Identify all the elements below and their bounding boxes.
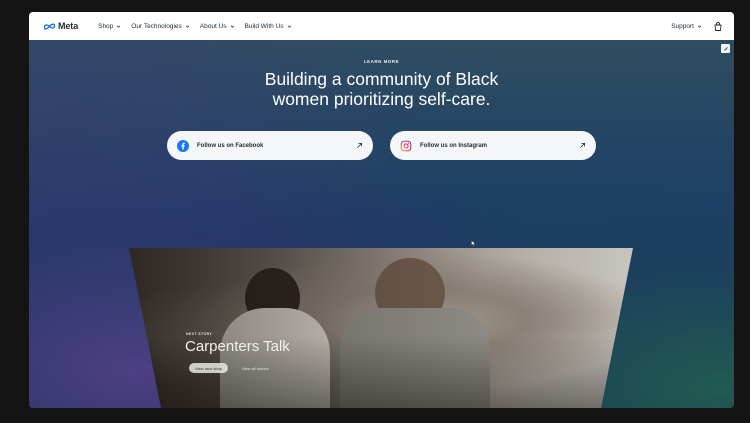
facebook-icon [177,139,189,152]
support-label: Support [671,22,694,30]
story-overlay [129,248,633,408]
nav-item-label: Shop [98,22,114,30]
edit-button[interactable] [721,44,730,53]
meta-infinity-icon [43,23,56,30]
nav-right: Support [671,21,722,31]
nav-item-build-with-us[interactable]: Build With Us [245,23,292,30]
next-story-card[interactable]: NEXT STORY Carpenters Talk View next sto… [129,248,633,408]
headline-line-1: Building a community of Black [264,69,499,89]
facebook-label: Follow us on Facebook [197,142,264,149]
nav-item-about-us[interactable]: About Us [200,23,235,30]
view-all-stories-link[interactable]: View all stories [242,363,269,373]
nav-item-shop[interactable]: Shop [98,23,121,30]
nav-item-label: Our Technologies [131,22,182,30]
hero-headline: Building a community of Black women prio… [29,69,734,109]
nav-item-label: About Us [199,22,227,30]
nav-item-our-technologies[interactable]: Our Technologies [131,22,190,30]
follow-facebook-button[interactable]: Follow us on Facebook [167,131,373,160]
chevron-down-icon [230,24,234,28]
story-eyebrow: NEXT STORY [186,332,213,336]
instagram-label: Follow us on Instagram [420,142,488,149]
story-title: Carpenters Talk [185,338,290,355]
nav-item-support[interactable]: Support [671,23,702,30]
meta-logo[interactable]: Meta [43,21,78,31]
brand-name: Meta [58,21,79,31]
top-navbar: Meta Shop Our Technologies About Us Buil… [29,12,734,40]
instagram-icon [400,140,412,151]
chevron-down-icon [697,24,702,28]
arrow-up-right-icon [580,143,585,148]
headline-line-2: women prioritizing self-care. [272,89,491,109]
shopping-bag-icon[interactable] [714,21,722,31]
hero-eyebrow: LEARN MORE [363,59,400,64]
view-next-story-button[interactable]: View next story [189,363,229,373]
pencil-icon [723,46,728,51]
follow-instagram-button[interactable]: Follow us on Instagram [390,131,596,160]
arrow-up-right-icon [357,143,362,148]
chevron-down-icon [185,24,190,28]
browser-window: Meta Shop Our Technologies About Us Buil… [29,12,734,408]
nav-links: Shop Our Technologies About Us Build Wit… [98,23,291,30]
hero-section: LEARN MORE Building a community of Black… [29,40,734,408]
nav-item-label: Build With Us [244,22,284,30]
chevron-down-icon [117,24,121,28]
chevron-down-icon [287,24,291,28]
mouse-cursor-icon [471,240,476,247]
